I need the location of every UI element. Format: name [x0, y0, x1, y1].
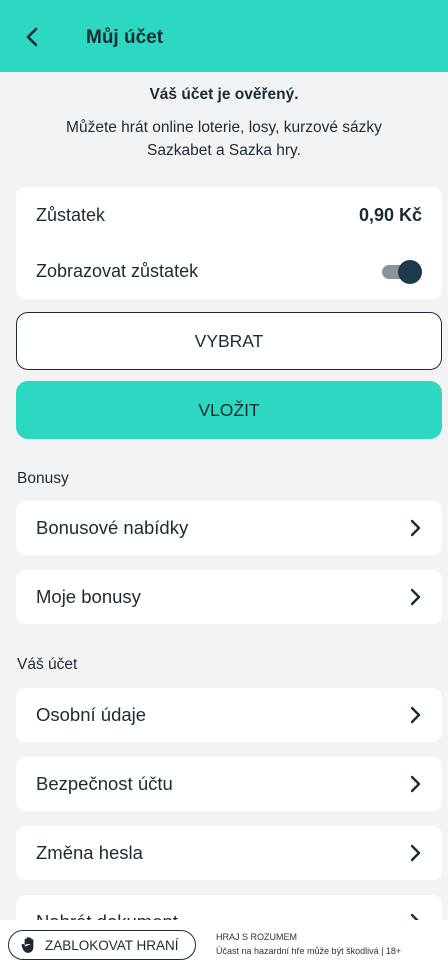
toggle-knob: [398, 260, 422, 284]
menu-item-my-bonuses[interactable]: Moje bonusy: [16, 570, 442, 624]
responsible-gaming-title: HRAJ S ROZUMEM: [216, 932, 297, 942]
show-balance-row: Zobrazovat zůstatek: [16, 243, 442, 299]
menu-item-change-password[interactable]: Změna hesla: [16, 826, 442, 880]
account-section-label: Váš účet: [17, 656, 78, 673]
app-header: Můj účet: [0, 0, 448, 72]
page-title: Můj účet: [86, 27, 164, 48]
verification-title: Váš účet je ověřený.: [149, 86, 299, 103]
menu-item-label: Bezpečnost účtu: [36, 773, 173, 794]
responsible-gaming-text: Účast na hazardní hře může být škodlivá …: [216, 946, 402, 956]
menu-item-label: Bonusové nabídky: [36, 517, 189, 538]
bonus-section-label: Bonusy: [17, 470, 69, 487]
responsible-gaming-notice: HRAJ S ROZUMEM Účast na hazardní hře můž…: [216, 930, 401, 958]
balance-label: Zůstatek: [36, 204, 106, 225]
balance-value: 0,90 Kč: [358, 204, 422, 225]
verification-notice: Váš účet je ověřený. Můžete hrát online …: [0, 86, 448, 162]
menu-item-label: Osobní údaje: [36, 704, 147, 725]
withdraw-button[interactable]: VYBRAT: [16, 312, 442, 370]
verification-line-1: Můžete hrát online loterie, losy, kurzov…: [66, 119, 382, 136]
menu-item-bonus-offers[interactable]: Bonusové nabídky: [16, 501, 442, 555]
hand-stop-icon: [21, 937, 34, 953]
chevron-right-icon: [410, 775, 421, 793]
menu-item-label: Změna hesla: [36, 842, 143, 863]
verification-line-2: Sazkabet a Sazka hry.: [147, 142, 301, 159]
menu-item-account-security[interactable]: Bezpečnost účtu: [16, 757, 442, 811]
chevron-right-icon: [410, 519, 421, 537]
menu-item-label: Moje bonusy: [36, 586, 141, 607]
balance-card: Zůstatek 0,90 Kč Zobrazovat zůstatek: [16, 187, 442, 299]
block-gaming-button[interactable]: ZABLOKOVAT HRANÍ: [8, 930, 196, 960]
responsible-gaming-footer: ZABLOKOVAT HRANÍ HRAJ S ROZUMEM Účast na…: [0, 920, 448, 973]
show-balance-label: Zobrazovat zůstatek: [36, 260, 199, 281]
deposit-button[interactable]: VLOŽIT: [16, 381, 442, 439]
block-gaming-label: ZABLOKOVAT HRANÍ: [45, 937, 179, 953]
chevron-right-icon: [410, 706, 421, 724]
chevron-right-icon: [410, 844, 421, 862]
menu-item-personal-info[interactable]: Osobní údaje: [16, 688, 442, 742]
chevron-right-icon: [410, 588, 421, 606]
show-balance-toggle[interactable]: [382, 260, 422, 284]
back-arrow-icon[interactable]: [22, 26, 42, 48]
balance-row: Zůstatek 0,90 Kč: [16, 187, 442, 243]
